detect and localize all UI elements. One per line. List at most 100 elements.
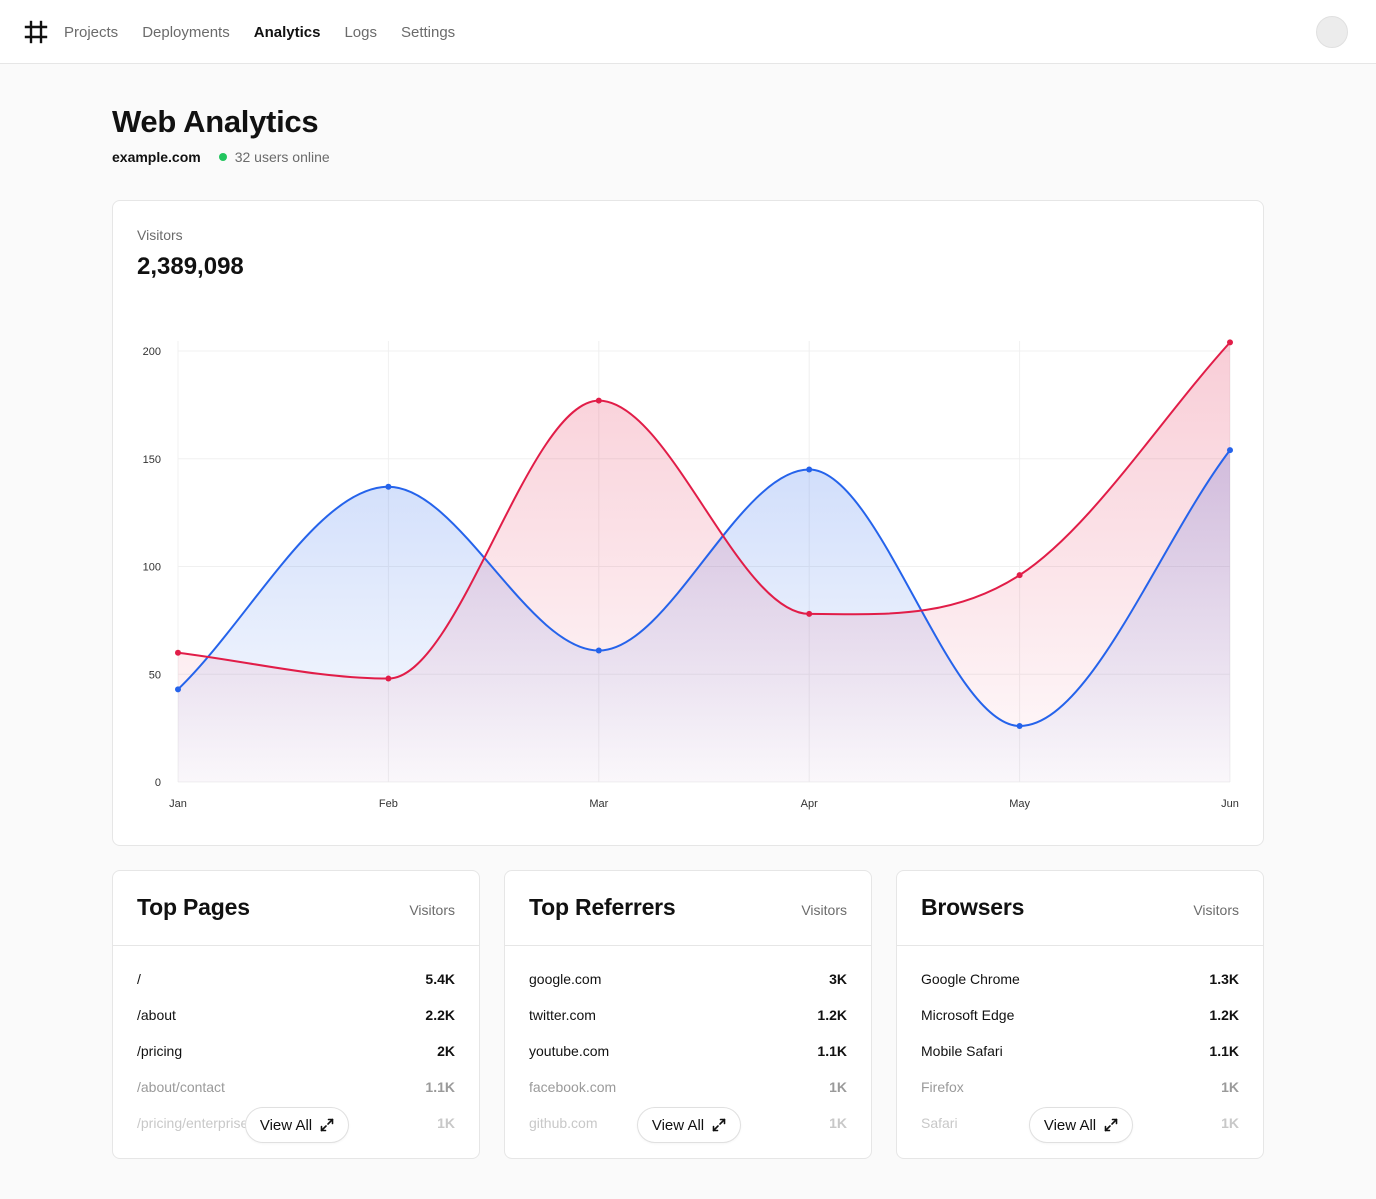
visitors-area-chart: 0 50 100 150 200 Jan Feb Mar Apr May Jun bbox=[143, 339, 1239, 810]
data-point bbox=[595, 647, 602, 654]
online-users-text: 32 users online bbox=[234, 149, 330, 165]
item-value: 1.2K bbox=[817, 1007, 847, 1023]
item-value: 1K bbox=[1221, 1079, 1239, 1095]
nav-link-settings[interactable]: Settings bbox=[401, 24, 455, 41]
item-value: 5.4K bbox=[425, 971, 455, 987]
list-item[interactable]: youtube.com 1.1K bbox=[529, 1039, 847, 1075]
nav-links: Projects Deployments Analytics Logs Sett… bbox=[64, 0, 455, 64]
item-value: 1K bbox=[1221, 1115, 1239, 1131]
data-point bbox=[175, 686, 181, 693]
online-status-dot bbox=[218, 153, 227, 161]
column-label: Visitors bbox=[409, 902, 455, 918]
y-tick-label: 200 bbox=[143, 346, 161, 358]
column-label: Visitors bbox=[801, 902, 847, 918]
card-title: Browsers bbox=[921, 894, 1025, 920]
data-point bbox=[1227, 339, 1233, 346]
nav-link-deployments[interactable]: Deployments bbox=[142, 24, 230, 41]
list-item[interactable]: / 5.4K bbox=[137, 967, 455, 1003]
expand-icon bbox=[712, 1118, 726, 1132]
top-pages-card: Top Pages Visitors / 5.4K /about 2.2K /pri… bbox=[112, 870, 480, 1159]
nav-link-logs[interactable]: Logs bbox=[344, 24, 377, 41]
data-point bbox=[1016, 722, 1023, 729]
view-all-button[interactable]: View All bbox=[245, 1107, 349, 1143]
list-item[interactable]: twitter.com 1.2K bbox=[529, 1003, 847, 1039]
card-header: Browsers Visitors bbox=[897, 871, 1263, 946]
item-value: 1K bbox=[437, 1115, 455, 1131]
list-item[interactable]: /pricing 2K bbox=[137, 1039, 455, 1075]
avatar[interactable] bbox=[1316, 16, 1348, 48]
page-title: Web Analytics bbox=[112, 104, 319, 139]
y-tick-label: 0 bbox=[155, 777, 161, 789]
item-name: /pricing bbox=[137, 1043, 183, 1059]
list-item[interactable]: Google Chrome 1.3K bbox=[921, 967, 1239, 1003]
item-value: 1.1K bbox=[817, 1043, 847, 1059]
card-title: Top Referrers bbox=[529, 894, 676, 920]
item-value: 1.1K bbox=[1209, 1043, 1239, 1059]
list-item[interactable]: Firefox 1K bbox=[921, 1075, 1239, 1111]
list-item[interactable]: Mobile Safari 1.1K bbox=[921, 1039, 1239, 1075]
site-domain: example.com bbox=[112, 149, 201, 165]
item-name: Firefox bbox=[921, 1079, 964, 1095]
y-tick-label: 50 bbox=[149, 669, 161, 681]
view-all-label: View All bbox=[1043, 1116, 1097, 1134]
item-name: /pricing/enterprise bbox=[137, 1115, 247, 1131]
x-tick-label: Jan bbox=[169, 798, 187, 810]
browsers-card: Browsers Visitors Google Chrome 1.3K Micr… bbox=[896, 870, 1264, 1159]
item-name: github.com bbox=[529, 1115, 598, 1131]
y-tick-label: 150 bbox=[143, 454, 161, 466]
hash-logo-icon[interactable] bbox=[24, 20, 48, 44]
data-point bbox=[175, 649, 181, 656]
item-name: facebook.com bbox=[529, 1079, 617, 1095]
item-name: Safari bbox=[921, 1115, 958, 1131]
site-status: example.com 32 users online bbox=[112, 149, 330, 165]
data-point bbox=[806, 466, 813, 473]
item-value: 1K bbox=[829, 1115, 847, 1131]
expand-icon bbox=[1104, 1118, 1118, 1132]
x-tick-label: Feb bbox=[379, 798, 398, 810]
item-name: Mobile Safari bbox=[921, 1043, 1003, 1059]
card-title: Top Pages bbox=[137, 894, 250, 920]
view-all-button[interactable]: View All bbox=[637, 1107, 741, 1143]
item-value: 1.2K bbox=[1209, 1007, 1239, 1023]
expand-icon bbox=[320, 1118, 334, 1132]
data-point bbox=[1016, 572, 1023, 579]
item-value: 3K bbox=[829, 971, 847, 987]
x-tick-label: Apr bbox=[801, 798, 818, 810]
item-value: 1.1K bbox=[425, 1079, 455, 1095]
item-name: Microsoft Edge bbox=[921, 1007, 1015, 1023]
item-value: 1K bbox=[829, 1079, 847, 1095]
data-point bbox=[595, 397, 602, 404]
data-point bbox=[1227, 447, 1233, 454]
x-tick-label: Jun bbox=[1221, 798, 1239, 810]
list-item[interactable]: facebook.com 1K bbox=[529, 1075, 847, 1111]
view-all-label: View All bbox=[259, 1116, 313, 1134]
data-point bbox=[385, 675, 392, 682]
list-item[interactable]: /about/contact 1.1K bbox=[137, 1075, 455, 1111]
item-name: google.com bbox=[529, 971, 602, 987]
top-navigation: Projects Deployments Analytics Logs Sett… bbox=[0, 0, 1376, 64]
item-value: 2K bbox=[437, 1043, 455, 1059]
item-name: Google Chrome bbox=[921, 971, 1020, 987]
view-all-button[interactable]: View All bbox=[1029, 1107, 1133, 1143]
item-name: /about bbox=[137, 1007, 176, 1023]
top-referrers-card: Top Referrers Visitors google.com 3K twit… bbox=[504, 870, 872, 1159]
data-point bbox=[385, 483, 392, 490]
item-name: / bbox=[137, 971, 141, 987]
card-header: Top Referrers Visitors bbox=[505, 871, 871, 946]
nav-link-analytics[interactable]: Analytics bbox=[254, 24, 321, 41]
item-name: /about/contact bbox=[137, 1079, 225, 1095]
list-item[interactable]: /about 2.2K bbox=[137, 1003, 455, 1039]
data-point bbox=[806, 610, 813, 617]
item-name: twitter.com bbox=[529, 1007, 596, 1023]
x-tick-label: May bbox=[1009, 798, 1030, 810]
list-item[interactable]: google.com 3K bbox=[529, 967, 847, 1003]
card-header: Top Pages Visitors bbox=[113, 871, 479, 946]
x-tick-label: Mar bbox=[589, 798, 608, 810]
list-item[interactable]: Microsoft Edge 1.2K bbox=[921, 1003, 1239, 1039]
view-all-label: View All bbox=[651, 1116, 705, 1134]
nav-link-projects[interactable]: Projects bbox=[64, 24, 118, 41]
item-name: youtube.com bbox=[529, 1043, 610, 1059]
y-tick-label: 100 bbox=[143, 562, 161, 574]
item-value: 1.3K bbox=[1209, 971, 1239, 987]
item-value: 2.2K bbox=[425, 1007, 455, 1023]
